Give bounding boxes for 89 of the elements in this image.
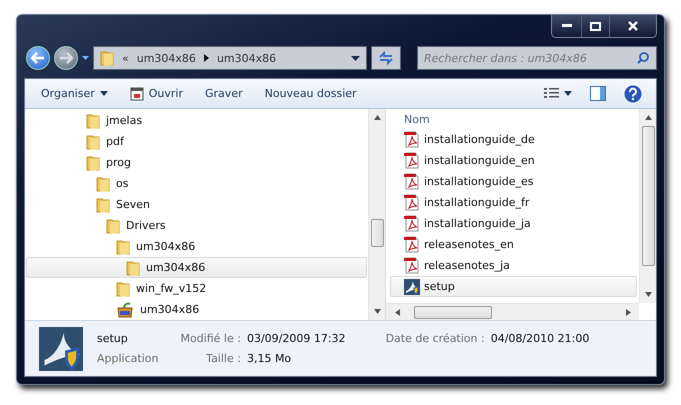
search-field[interactable]: Rechercher dans : um304x86 xyxy=(417,46,657,70)
folder-icon xyxy=(116,238,130,254)
history-caret-icon[interactable] xyxy=(82,56,89,61)
tree-item[interactable]: os xyxy=(26,173,367,194)
forward-button[interactable] xyxy=(54,46,78,70)
file-type: Application xyxy=(97,352,158,365)
breadcrumb[interactable]: um304x86 xyxy=(136,52,196,65)
refresh-icon xyxy=(378,51,394,66)
tree-item[interactable]: win_fw_v152 xyxy=(26,278,367,299)
address-bar[interactable]: « um304x86 um304x86 xyxy=(93,46,367,70)
scrollbar-thumb[interactable] xyxy=(414,306,492,318)
help-icon xyxy=(624,84,642,102)
scrollbar-thumb[interactable] xyxy=(370,219,384,247)
detail-label: Taille : xyxy=(205,352,241,365)
scroll-arrow-icon[interactable] xyxy=(626,308,630,316)
column-header[interactable]: Nom xyxy=(390,113,637,129)
tree-item[interactable]: Seven xyxy=(26,194,367,215)
tree-item[interactable]: um304x86 xyxy=(26,257,367,278)
pane-icon xyxy=(590,86,606,101)
back-button[interactable] xyxy=(26,46,50,70)
close-button[interactable] xyxy=(610,15,656,37)
file-item[interactable]: releasenotes_en xyxy=(390,234,637,255)
folder-icon xyxy=(106,218,120,234)
horizontal-scrollbar[interactable] xyxy=(386,303,639,320)
tree-item[interactable]: prog xyxy=(26,152,367,173)
file-item[interactable]: installationguide_en xyxy=(390,150,637,171)
folder-icon xyxy=(96,176,110,192)
detail-label: Modifié le : xyxy=(180,332,241,345)
installer-icon xyxy=(404,278,420,294)
pdf-file-icon xyxy=(404,152,420,169)
close-icon xyxy=(628,21,638,31)
breadcrumb-arrow-icon[interactable] xyxy=(204,54,209,62)
detail-value: 04/08/2010 21:00 xyxy=(490,332,590,345)
dropdown-caret-icon[interactable] xyxy=(351,56,360,61)
caret-icon xyxy=(564,91,572,96)
tree-item[interactable]: um304x86 xyxy=(26,236,367,257)
maximize-button[interactable] xyxy=(582,15,610,37)
window-icon xyxy=(130,86,144,100)
scroll-arrow-icon[interactable] xyxy=(374,309,380,314)
details-view-icon xyxy=(544,86,560,100)
refresh-button[interactable] xyxy=(371,46,401,70)
detail-value: 03/09/2009 17:32 xyxy=(246,332,346,345)
toolbar-button[interactable]: Ouvrir xyxy=(124,82,190,106)
tree-item[interactable]: pdf xyxy=(26,131,367,152)
toolbar-button[interactable]: Graver xyxy=(199,82,249,106)
file-item[interactable]: installationguide_fr xyxy=(390,192,637,213)
pdf-file-icon xyxy=(404,215,420,232)
pdf-file-icon xyxy=(404,194,420,211)
tree-item[interactable]: jmelas xyxy=(26,110,367,131)
minimize-button[interactable] xyxy=(552,15,582,37)
folder-icon xyxy=(96,196,110,212)
folder-icon xyxy=(100,50,114,66)
file-item[interactable]: installationguide_es xyxy=(390,171,637,192)
scroll-arrow-icon[interactable] xyxy=(644,115,652,120)
tree-item[interactable]: um304x86 xyxy=(26,299,367,320)
vertical-scrollbar[interactable] xyxy=(368,109,385,320)
breadcrumb[interactable]: um304x86 xyxy=(216,52,276,65)
folder-icon xyxy=(86,134,100,150)
pdf-file-icon xyxy=(404,173,420,190)
file-item[interactable]: releasenotes_ja xyxy=(390,255,637,276)
folder-icon xyxy=(86,154,100,170)
file-item[interactable]: installationguide_ja xyxy=(390,213,637,234)
folder-icon xyxy=(86,112,100,128)
file-item[interactable]: installationguide_de xyxy=(390,129,637,150)
file-item[interactable]: setup xyxy=(390,276,637,297)
pdf-file-icon xyxy=(404,131,420,148)
toolbar-button[interactable]: Organiser xyxy=(35,82,114,106)
archive-icon xyxy=(116,302,134,318)
maximize-icon xyxy=(590,22,601,30)
detail-value: 3,15 Mo xyxy=(246,352,292,365)
folder-icon xyxy=(116,280,130,296)
toolbar-button[interactable]: Nouveau dossier xyxy=(258,82,363,106)
forward-arrow-icon xyxy=(59,52,73,64)
file-name: setup xyxy=(97,332,129,345)
scroll-arrow-icon[interactable] xyxy=(374,115,380,120)
scrollbar-thumb[interactable] xyxy=(642,126,654,266)
installer-icon xyxy=(39,326,83,370)
tree-item[interactable]: Drivers xyxy=(26,215,367,236)
vertical-scrollbar[interactable] xyxy=(639,109,656,303)
detail-label: Date de création : xyxy=(386,332,485,345)
scroll-arrow-icon[interactable] xyxy=(394,308,400,316)
overflow-chevron[interactable]: « xyxy=(122,52,129,65)
pdf-file-icon xyxy=(404,257,420,274)
minimize-icon xyxy=(562,24,572,28)
pdf-file-icon xyxy=(404,236,420,253)
scroll-arrow-icon[interactable] xyxy=(644,292,652,297)
back-arrow-icon xyxy=(31,52,45,64)
caret-icon xyxy=(100,91,108,96)
folder-icon xyxy=(126,260,140,276)
